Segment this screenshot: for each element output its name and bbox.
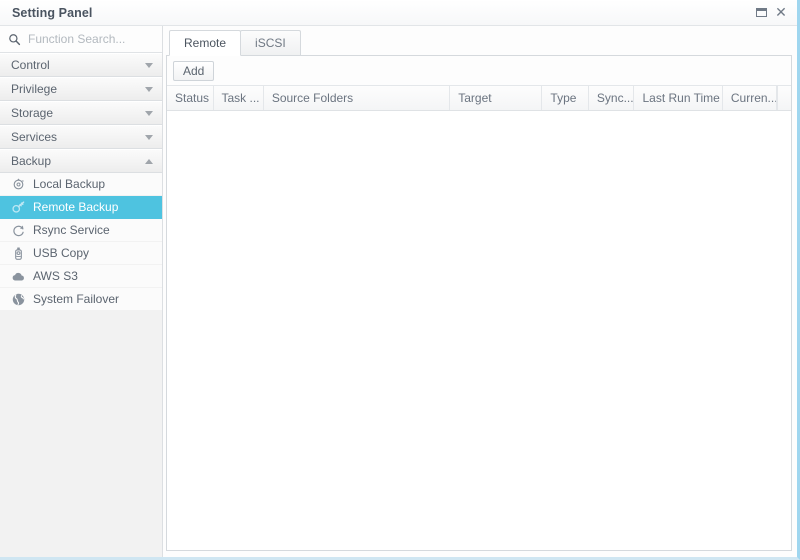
column-header-type[interactable]: Type — [542, 86, 589, 110]
sidebar-section-label: Services — [11, 130, 58, 144]
column-header-last-run-time[interactable]: Last Run Time — [634, 86, 723, 110]
page-title: Setting Panel — [12, 5, 93, 20]
sidebar: Control Privilege Storage Services Backu… — [0, 26, 163, 557]
sidebar-item-rsync-service[interactable]: Rsync Service — [0, 219, 162, 242]
function-search-row[interactable] — [0, 26, 162, 53]
tab-label: iSCSI — [255, 36, 286, 50]
sidebar-section-control[interactable]: Control — [0, 53, 162, 77]
chevron-down-icon — [145, 62, 153, 68]
sidebar-item-label: USB Copy — [33, 246, 90, 260]
search-input[interactable] — [28, 32, 154, 46]
add-button[interactable]: Add — [173, 60, 215, 81]
sidebar-item-usb-copy[interactable]: USB Copy — [0, 242, 162, 265]
sidebar-section-label: Storage — [11, 106, 54, 120]
remote-backup-table: Status Task ... Source Folders Target Ty… — [167, 85, 791, 550]
restore-icon — [755, 8, 767, 17]
table-body — [167, 111, 791, 550]
window-title-bar: Setting Panel ✕ — [0, 0, 797, 26]
sidebar-section-privilege[interactable]: Privilege — [0, 77, 162, 101]
sidebar-item-remote-backup[interactable]: Remote Backup — [0, 196, 162, 219]
table-header-row: Status Task ... Source Folders Target Ty… — [167, 86, 791, 111]
header-scrollbar-pad — [776, 86, 791, 110]
setting-panel-window: Setting Panel ✕ Control Privile — [0, 0, 800, 560]
local-backup-icon — [10, 176, 26, 192]
usb-icon — [10, 245, 26, 261]
sidebar-section-storage[interactable]: Storage — [0, 101, 162, 125]
content-area: Remote iSCSI Add Status Task ... Source … — [163, 26, 797, 557]
sidebar-section-label: Backup — [11, 154, 52, 168]
sidebar-item-label: Rsync Service — [33, 223, 110, 237]
sidebar-item-system-failover[interactable]: System Failover — [0, 288, 162, 311]
sidebar-section-services[interactable]: Services — [0, 125, 162, 149]
column-header-current[interactable]: Curren... — [723, 86, 777, 110]
sidebar-item-label: Remote Backup — [33, 200, 119, 214]
remote-backup-icon — [10, 199, 26, 215]
tab-iscsi[interactable]: iSCSI — [240, 30, 301, 55]
window-body: Control Privilege Storage Services Backu… — [0, 26, 797, 557]
chevron-up-icon — [145, 158, 153, 164]
tab-remote[interactable]: Remote — [169, 30, 242, 56]
restore-button[interactable] — [751, 3, 771, 23]
sidebar-filler — [0, 311, 162, 557]
chevron-down-icon — [145, 134, 153, 140]
sidebar-item-label: AWS S3 — [33, 269, 78, 283]
sidebar-item-aws-s3[interactable]: AWS S3 — [0, 265, 162, 288]
close-icon: ✕ — [775, 4, 787, 21]
column-header-source-folders[interactable]: Source Folders — [264, 86, 451, 110]
add-button-label: Add — [183, 63, 205, 78]
search-icon — [9, 33, 21, 45]
chevron-down-icon — [145, 110, 153, 116]
chevron-down-icon — [145, 86, 153, 92]
globe-icon — [10, 291, 26, 307]
close-button[interactable]: ✕ — [771, 3, 791, 23]
sidebar-item-label: System Failover — [33, 292, 120, 306]
column-header-sync[interactable]: Sync... — [589, 86, 635, 110]
sidebar-item-local-backup[interactable]: Local Backup — [0, 173, 162, 196]
panel-toolbar: Add — [167, 56, 791, 85]
sidebar-item-label: Local Backup — [33, 177, 106, 191]
column-header-task-name[interactable]: Task ... — [214, 86, 264, 110]
rsync-icon — [10, 222, 26, 238]
column-header-target[interactable]: Target — [450, 86, 543, 110]
column-header-status[interactable]: Status — [167, 86, 214, 110]
sidebar-section-label: Control — [11, 58, 50, 72]
cloud-icon — [10, 268, 26, 284]
remote-backup-panel: Add Status Task ... Source Folders Targe… — [166, 56, 792, 551]
sidebar-section-label: Privilege — [11, 82, 58, 96]
tab-label: Remote — [184, 36, 227, 50]
sidebar-section-backup[interactable]: Backup — [0, 149, 162, 173]
tab-bar: Remote iSCSI — [166, 30, 792, 56]
